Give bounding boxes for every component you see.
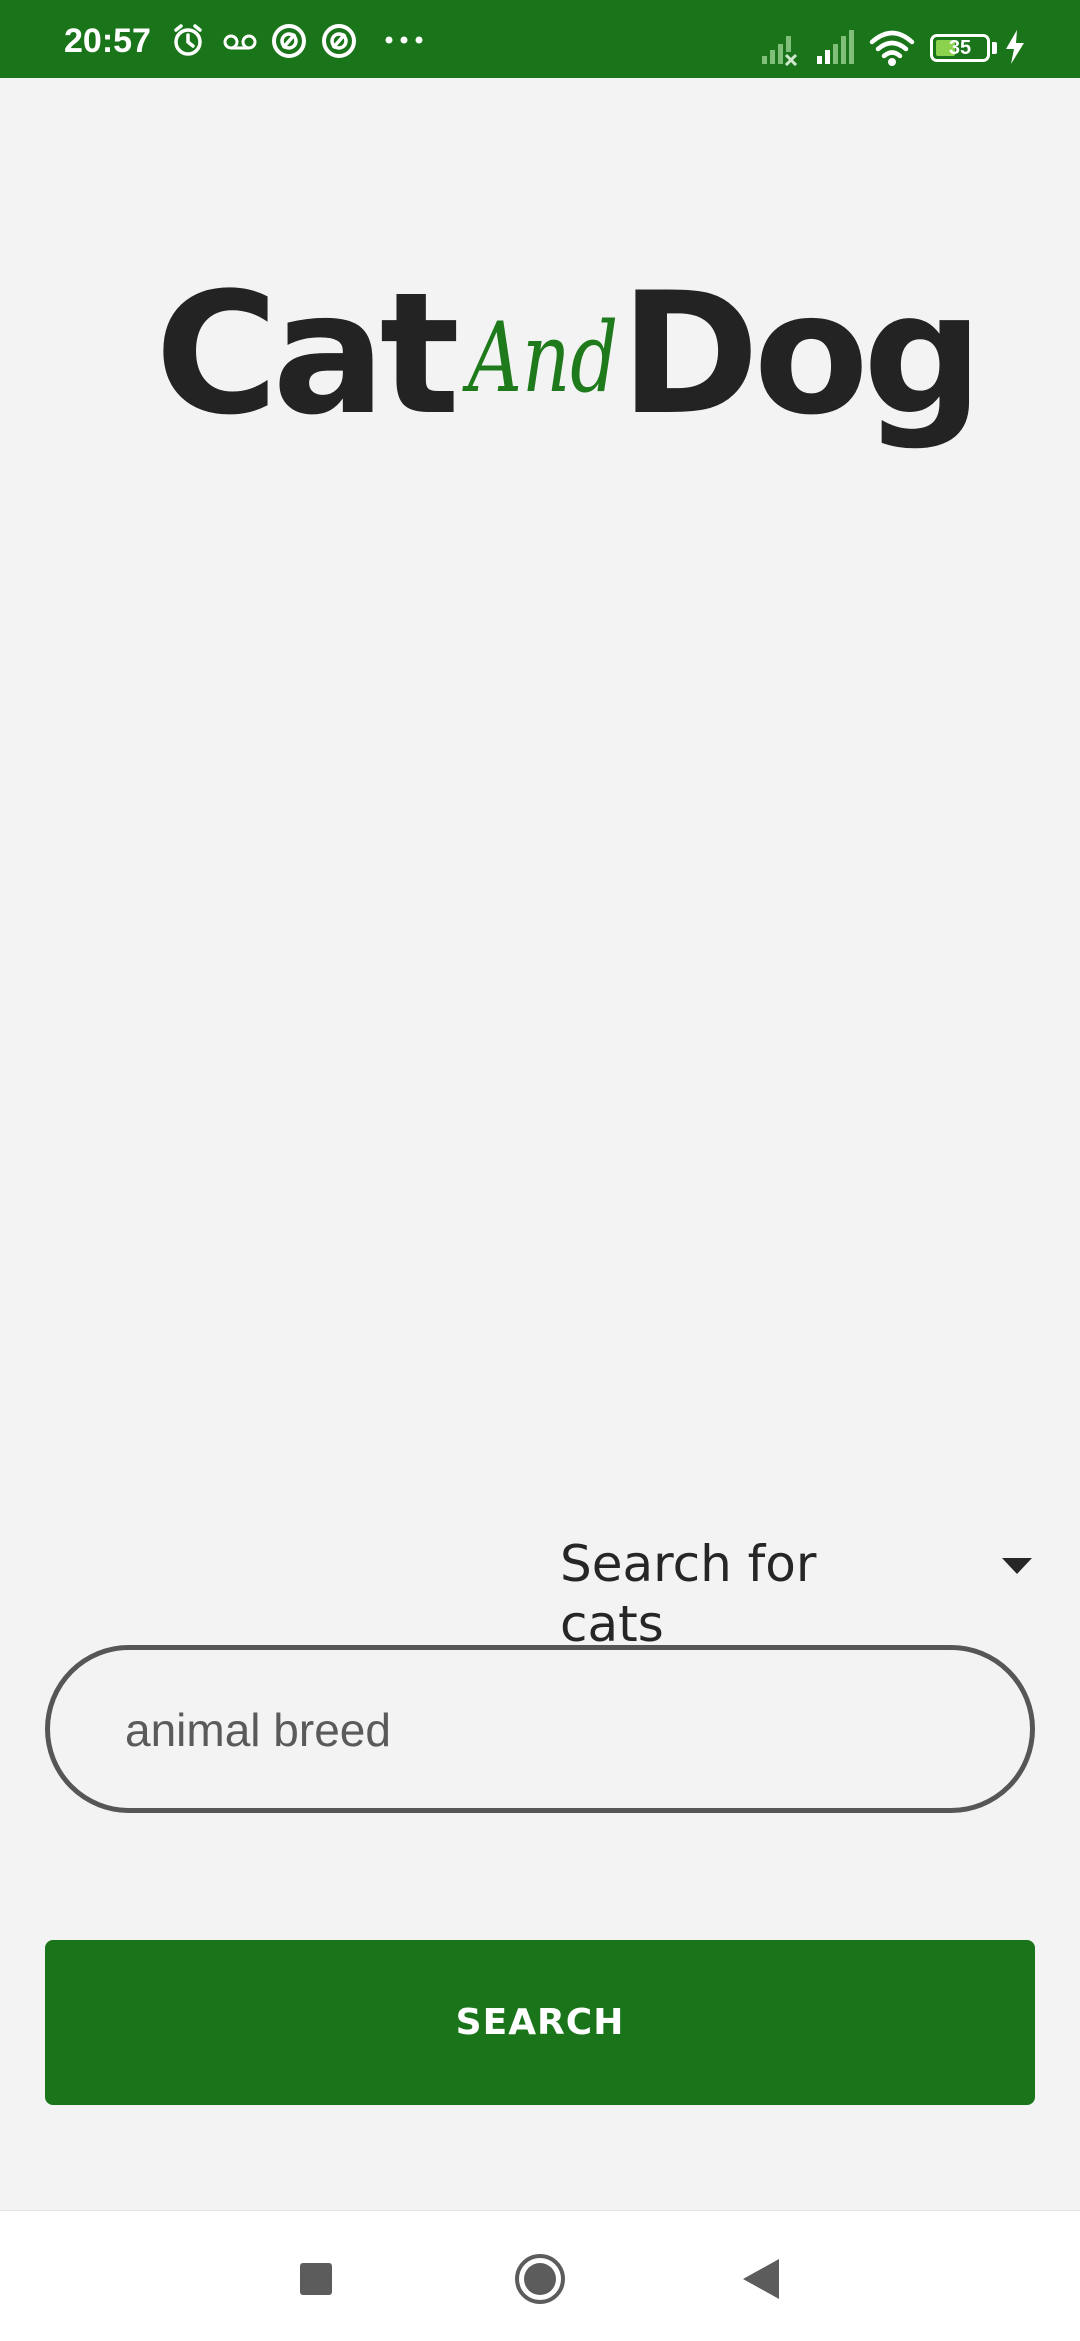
battery-icon: 35 [930,34,990,62]
breed-input-placeholder: animal breed [125,1704,391,1756]
status-bar: 20:57 35 [0,0,1080,78]
back-triangle-icon[interactable] [743,2259,779,2303]
home-circle-icon[interactable] [514,2253,566,2309]
dropdown-arrow-icon [1002,1558,1032,1578]
battery-level: 35 [948,37,972,59]
logo-word-dog: Dog [620,256,983,452]
search-type-selected: Search for cats [560,1535,817,1653]
wifi-icon [868,28,916,72]
more-dots-icon [384,30,424,54]
system-nav-bar [0,2210,1080,2341]
alarm-icon [170,22,206,62]
recents-square-icon[interactable] [300,2263,332,2295]
app-logo: Cat And Dog [0,270,1080,470]
signal-icon [815,30,857,70]
search-button-label: SEARCH [455,2002,625,2043]
signal-no-service-icon [760,30,802,70]
app-notification-icon [320,22,358,64]
voicemail-icon [222,22,258,62]
status-time: 20:57 [64,22,151,60]
app-notification-icon [270,22,308,64]
logo-word-and: And [468,302,619,414]
breed-search-input[interactable]: animal breed [45,1645,1035,1813]
charging-icon [1004,30,1026,68]
logo-word-cat: Cat [155,256,460,452]
search-button[interactable]: SEARCH [45,1940,1035,2105]
search-type-dropdown[interactable]: Search for cats [560,1520,1060,1653]
